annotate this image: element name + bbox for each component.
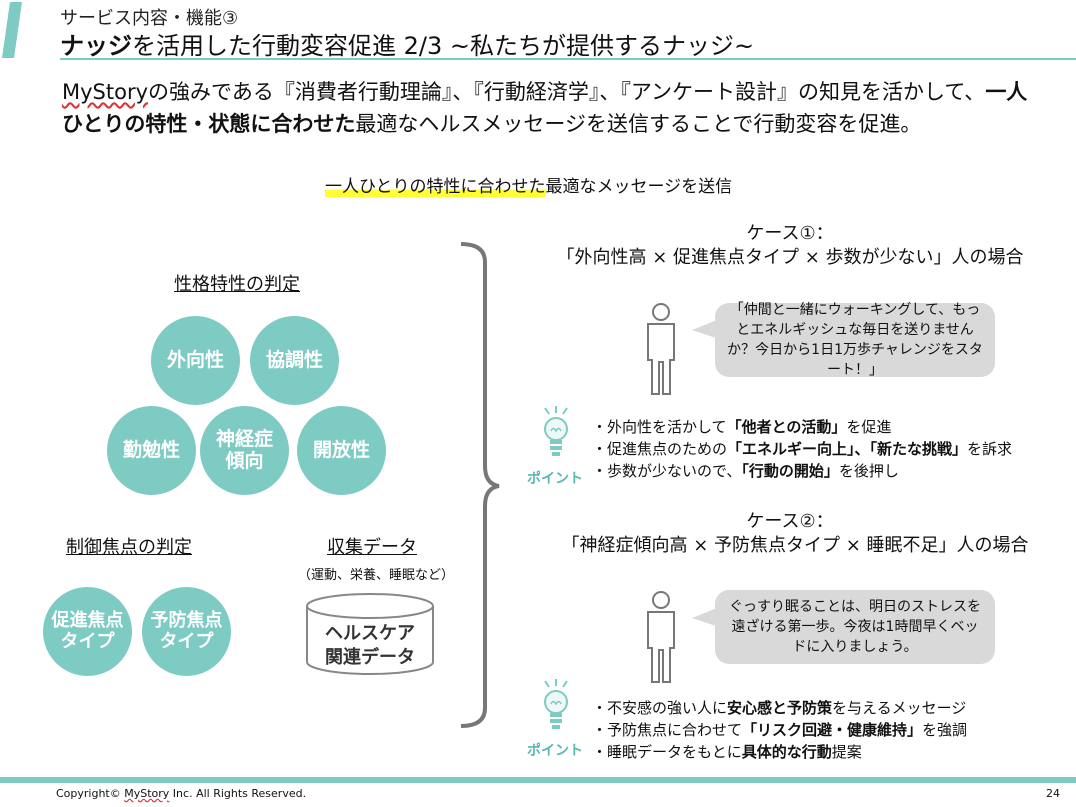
person-icon: [647, 591, 675, 683]
header-accent-bar: [2, 2, 22, 58]
point-item: ・予防焦点に合わせて「リスク回避・健康維持」を強調: [592, 721, 968, 739]
point-item: ・促進焦点のための「エネルギー向上」、「新たな挑戦」を訴求: [592, 440, 1013, 458]
highlight-marked: 一人ひとりの特性に合わせた: [325, 177, 546, 197]
point-item: ・外向性を活かして「他者との活動」を促進: [592, 418, 892, 436]
control-label: 制御焦点の判定: [66, 537, 192, 558]
message-bubble: ぐっすり眠ることは、明日のストレスを遠ざける第一歩。今夜は1時間早くベッドに入り…: [715, 590, 995, 664]
point-item: ・歩数が少ないので、「行動の開始」を後押し: [592, 462, 899, 480]
focus-circle: 予防焦点タイプ: [142, 587, 231, 676]
footer-bar: [0, 777, 1076, 783]
collected-label: 収集データ: [327, 537, 417, 558]
page-title: ナッジを活用した行動変容促進 2/3 ~私たちが提供するナッジ~: [60, 26, 754, 61]
personality-label: 性格特性の判定: [174, 274, 300, 295]
header-divider: [60, 58, 1076, 60]
db-line1: ヘルスケア: [325, 623, 415, 644]
copyright: Copyright© MyStory Inc. All Rights Reser…: [56, 787, 307, 800]
trait-circle: 神経症傾向: [200, 406, 289, 495]
message-bubble: 「仲間と一緒にウォーキングして、もっとエネルギッシュな毎日を送りませんか？今日か…: [715, 302, 995, 378]
trait-circle: 外向性: [151, 316, 240, 405]
point-label: ポイント: [527, 471, 583, 487]
case2-title: ケース②：: [746, 511, 834, 532]
case1-title: ケース①：: [746, 223, 834, 244]
lightbulb-icon: [544, 679, 568, 729]
intro-brand: MyStory: [62, 80, 149, 104]
lightbulb-icon: [544, 406, 568, 456]
page-title-rest: を活用した行動変容促進 2/3 ~私たちが提供するナッジ~: [132, 32, 755, 60]
case1-subtitle: 「外向性高 × 促進焦点タイプ × 歩数が少ない」人の場合: [556, 247, 1024, 268]
case2-points: ・不安感の強い人に安心感と予防策を与えるメッセージ ・予防焦点に合わせて「リスク…: [592, 697, 967, 763]
page-title-bold: ナッジ: [60, 32, 132, 60]
point-label: ポイント: [527, 743, 583, 759]
intro-part1: の強みである『消費者行動理論』、『行動経済学』、『アンケート設計』の知見を活かし…: [148, 80, 986, 104]
db-line2: 関連データ: [325, 647, 415, 668]
case2-subtitle: 「神経症傾向高 × 予防焦点タイプ × 睡眠不足」人の場合: [561, 535, 1029, 556]
trait-circle: 開放性: [297, 406, 386, 495]
intro-text: MyStoryの強みである『消費者行動理論』、『行動経済学』、『アンケート設計』…: [62, 76, 1032, 140]
focus-circle: 促進焦点タイプ: [43, 587, 132, 676]
case1-points: ・外向性を活かして「他者との活動」を促進 ・促進焦点のための「エネルギー向上」、…: [592, 416, 1012, 482]
page-number: 24: [1046, 787, 1060, 800]
highlight-rest: 最適なメッセージを送信: [545, 177, 733, 197]
person-icon: [647, 303, 675, 395]
bracket: [460, 242, 500, 728]
point-item: ・睡眠データをもとに具体的な行動提案: [592, 743, 862, 761]
database-label: ヘルスケア関連データ: [306, 622, 434, 670]
collected-note: （運動、栄養、睡眠など）: [298, 568, 455, 583]
point-item: ・不安感の強い人に安心感と予防策を与えるメッセージ: [592, 699, 967, 717]
intro-part2: 最適なヘルスメッセージを送信することで行動変容を促進。: [355, 112, 922, 136]
trait-circle: 勤勉性: [107, 406, 196, 495]
highlight-heading: 一人ひとりの特性に合わせた最適なメッセージを送信: [325, 172, 732, 197]
trait-circle: 協調性: [250, 316, 339, 405]
